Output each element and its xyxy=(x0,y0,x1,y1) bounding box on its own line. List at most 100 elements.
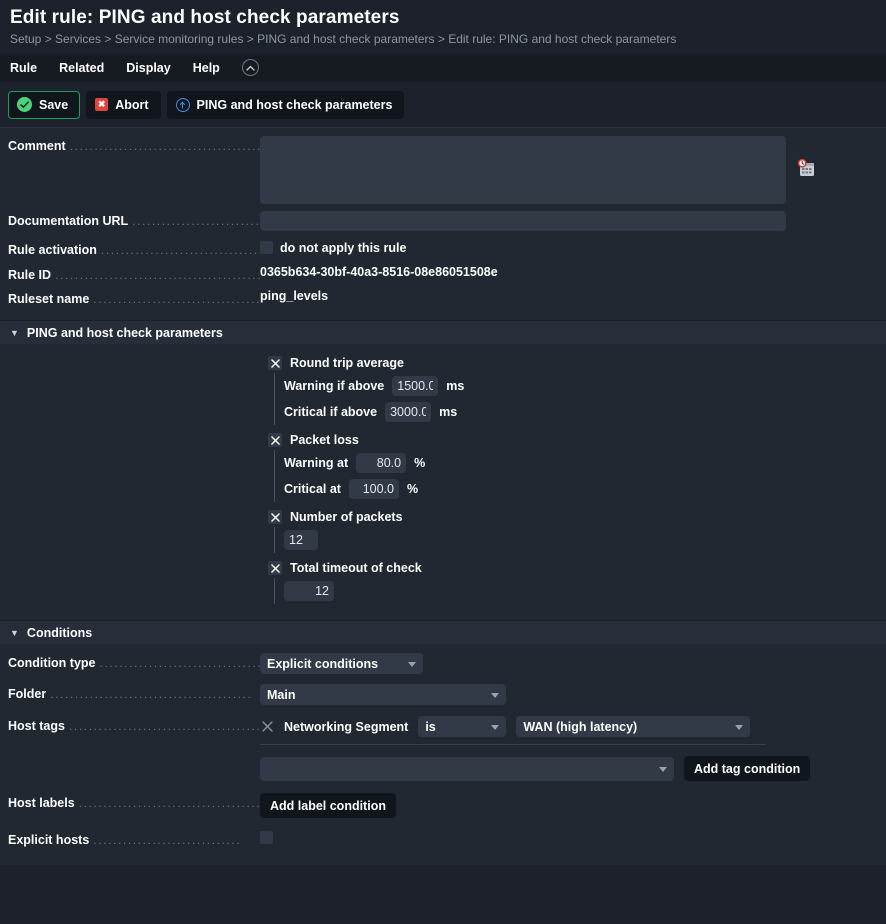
number-of-packets-input[interactable] xyxy=(284,530,318,550)
packet-loss-warning-label: Warning at xyxy=(284,456,349,470)
rule-info-button-label: PING and host check parameters xyxy=(196,97,393,112)
comment-field-cell xyxy=(260,136,886,204)
condition-type-field-cell: Explicit conditions xyxy=(260,653,886,674)
round-trip-average-toggle[interactable] xyxy=(268,356,282,370)
nav-item-rule[interactable]: Rule xyxy=(10,54,37,82)
leader-dots: ....................................... xyxy=(68,719,260,733)
packet-loss-toggle[interactable] xyxy=(268,433,282,447)
ruleset-name-value: ping_levels xyxy=(260,289,329,303)
rule-activation-label-cell: Rule activation.........................… xyxy=(8,240,260,257)
packet-loss-warning-input[interactable] xyxy=(356,453,407,473)
documentation-url-field-cell xyxy=(260,211,886,231)
rule-activation-label: Rule activation xyxy=(8,243,101,257)
nav-item-display[interactable]: Display xyxy=(126,54,170,82)
leader-dots: ........................................… xyxy=(69,139,260,153)
leader-dots: .............................. xyxy=(132,214,260,228)
parameters-section-body: Round trip average Warning if above ms C… xyxy=(0,344,886,620)
calendar-clock-icon[interactable] xyxy=(796,158,816,181)
round-trip-critical-unit: ms xyxy=(439,405,458,419)
round-trip-critical-label: Critical if above xyxy=(284,405,378,419)
leader-dots: ................................. xyxy=(99,656,261,670)
explicit-hosts-row: Explicit hosts..........................… xyxy=(0,818,886,855)
total-timeout-input[interactable] xyxy=(284,581,334,601)
documentation-url-label-cell: Documentation URL.......................… xyxy=(8,211,260,228)
delete-tag-condition-icon[interactable] xyxy=(260,721,274,732)
total-timeout-row xyxy=(284,578,886,604)
round-trip-warning-input[interactable] xyxy=(392,376,439,396)
documentation-url-input[interactable] xyxy=(260,211,786,231)
leader-dots: .............................. xyxy=(93,833,242,847)
chevron-down-icon xyxy=(735,724,744,730)
folder-label: Folder xyxy=(8,687,51,701)
ruleset-name-row: Ruleset name............................… xyxy=(0,282,886,320)
comment-label: Comment xyxy=(8,139,70,153)
condition-type-label-cell: Condition type..........................… xyxy=(8,653,260,670)
chevron-down-icon xyxy=(408,661,416,667)
total-timeout-title: Total timeout of check xyxy=(290,561,422,575)
explicit-hosts-field-cell xyxy=(260,830,886,845)
host-tags-label: Host tags xyxy=(8,719,69,733)
ruleset-name-label-cell: Ruleset name............................… xyxy=(8,289,260,306)
folder-value: Main xyxy=(267,687,296,702)
condition-type-label: Condition type xyxy=(8,656,100,670)
check-circle-icon xyxy=(17,97,32,112)
action-toolbar: Save ✖ Abort PING and host check paramet… xyxy=(0,82,886,128)
abort-button[interactable]: ✖ Abort xyxy=(86,90,161,119)
host-tag-value-select[interactable]: WAN (high latency) xyxy=(516,716,751,737)
round-trip-warning-row: Warning if above ms xyxy=(284,373,886,399)
param-total-timeout: Total timeout of check xyxy=(0,561,886,604)
nav-item-help[interactable]: Help xyxy=(193,54,220,82)
comment-input[interactable] xyxy=(260,136,786,204)
folder-label-cell: Folder..................................… xyxy=(8,684,260,701)
add-tag-condition-button[interactable]: Add tag condition xyxy=(684,756,811,781)
documentation-url-label: Documentation URL xyxy=(8,214,133,228)
round-trip-warning-unit: ms xyxy=(446,379,465,393)
condition-type-select[interactable]: Explicit conditions xyxy=(260,653,423,674)
round-trip-critical-input[interactable] xyxy=(385,402,432,422)
rule-id-value: 0365b634-30bf-40a3-8516-08e86051508e xyxy=(260,265,498,279)
rule-id-label-cell: Rule ID.................................… xyxy=(8,265,260,282)
explicit-hosts-label: Explicit hosts xyxy=(8,833,94,847)
caret-down-icon: ▼ xyxy=(10,627,19,638)
folder-select[interactable]: Main xyxy=(260,684,506,705)
comment-label-cell: Comment.................................… xyxy=(8,136,260,153)
chevron-up-icon[interactable] xyxy=(241,59,259,76)
packet-loss-critical-input[interactable] xyxy=(348,479,399,499)
number-of-packets-toggle[interactable] xyxy=(268,510,282,524)
round-trip-critical-row: Critical if above ms xyxy=(284,399,886,425)
breadcrumb[interactable]: Setup > Services > Service monitoring ru… xyxy=(10,32,876,46)
host-tags-row: Host tags...............................… xyxy=(0,705,886,781)
chevron-down-icon xyxy=(491,692,499,698)
do-not-apply-label: do not apply this rule xyxy=(280,241,407,255)
host-tag-operator-select[interactable]: is xyxy=(418,716,507,737)
abort-button-label: Abort xyxy=(115,97,149,112)
comment-row: Comment.................................… xyxy=(0,128,886,204)
number-of-packets-row xyxy=(284,527,886,553)
page-footer xyxy=(0,865,886,891)
parameters-section-header[interactable]: ▼ PING and host check parameters xyxy=(0,320,886,344)
rule-properties-form: Comment.................................… xyxy=(0,128,886,320)
host-tag-condition-row: Networking Segment is WAN (high latency) xyxy=(260,716,766,745)
host-tags-field-cell: Networking Segment is WAN (high latency)… xyxy=(260,716,886,781)
rule-info-button[interactable]: PING and host check parameters xyxy=(166,90,405,119)
host-tags-label-cell: Host tags...............................… xyxy=(8,716,260,733)
rule-activation-field-cell: do not apply this rule xyxy=(260,240,886,255)
explicit-hosts-checkbox[interactable] xyxy=(260,831,273,844)
do-not-apply-checkbox[interactable] xyxy=(260,241,273,254)
new-tag-condition-select[interactable] xyxy=(260,756,674,781)
rule-activation-row: Rule activation.........................… xyxy=(0,231,886,257)
add-label-condition-button[interactable]: Add label condition xyxy=(260,793,396,818)
save-button[interactable]: Save xyxy=(8,90,81,119)
ruleset-name-label: Ruleset name xyxy=(8,292,94,306)
host-tag-value: WAN (high latency) xyxy=(523,719,638,734)
nav-item-related[interactable]: Related xyxy=(59,54,104,82)
folder-row: Folder..................................… xyxy=(0,674,886,705)
condition-type-value: Explicit conditions xyxy=(267,656,379,671)
chevron-down-icon xyxy=(491,724,500,730)
conditions-section-header[interactable]: ▼ Conditions xyxy=(0,620,886,644)
leader-dots: ........................................… xyxy=(50,687,253,701)
packet-loss-warning-row: Warning at % xyxy=(284,450,886,476)
packet-loss-critical-row: Critical at % xyxy=(284,476,886,502)
total-timeout-toggle[interactable] xyxy=(268,561,282,575)
host-labels-field-cell: Add label condition xyxy=(260,793,886,818)
